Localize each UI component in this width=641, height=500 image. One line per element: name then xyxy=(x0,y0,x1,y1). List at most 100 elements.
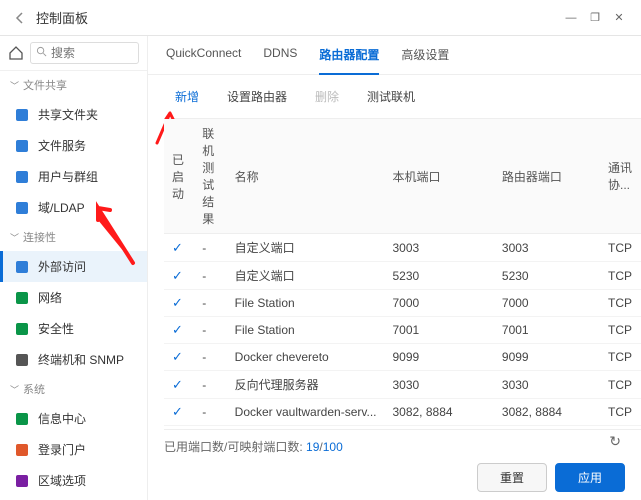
col-proto[interactable]: 通讯协... xyxy=(600,119,641,234)
table-row[interactable]: ✓-Docker vaultwarden-serv...3082, 888430… xyxy=(164,399,641,426)
check-icon: ✓ xyxy=(172,377,183,393)
check-icon: ✓ xyxy=(172,322,183,338)
cell-router: 3030 xyxy=(494,371,600,399)
sidebar-item[interactable]: 用户与群组 xyxy=(0,161,147,192)
cell-enabled: ✓ xyxy=(164,317,194,344)
cell-test: - xyxy=(194,262,226,290)
col-router[interactable]: 路由器端口 xyxy=(494,119,600,234)
nav-icon xyxy=(14,473,30,489)
sidebar-item-label: 网络 xyxy=(38,289,62,306)
window-title: 控制面板 xyxy=(36,8,88,27)
sidebar-group-header[interactable]: ﹀连接性 xyxy=(0,223,147,251)
table-row[interactable]: ✓-File Station70007000TCP xyxy=(164,290,641,317)
sidebar-item[interactable]: 共享文件夹 xyxy=(0,99,147,130)
sidebar-item[interactable]: 网络 xyxy=(0,282,147,313)
col-enabled[interactable]: 已启动 xyxy=(164,119,194,234)
chevron-down-icon: ﹀ xyxy=(10,383,19,396)
minimize-button[interactable]: — xyxy=(559,6,583,30)
close-button[interactable]: ✕ xyxy=(607,6,631,30)
cell-enabled: ✓ xyxy=(164,399,194,426)
table-row[interactable]: ✓-反向代理服务器30303030TCP xyxy=(164,371,641,399)
cell-router: 7000 xyxy=(494,290,600,317)
sidebar-item[interactable]: 登录门户 xyxy=(0,434,147,465)
search-input[interactable] xyxy=(51,46,133,60)
col-local[interactable]: 本机端口 xyxy=(384,119,493,234)
tab[interactable]: QuickConnect xyxy=(166,46,241,74)
maximize-button[interactable]: ❐ xyxy=(583,6,607,30)
cell-router: 9099 xyxy=(494,344,600,371)
sidebar-item-label: 用户与群组 xyxy=(38,168,98,185)
nav-icon xyxy=(14,107,30,123)
cell-test: - xyxy=(194,290,226,317)
cell-proto: TCP xyxy=(600,399,641,426)
col-name[interactable]: 名称 xyxy=(227,119,385,234)
cell-name: Docker vaultwarden-serv... xyxy=(227,399,385,426)
sidebar-item[interactable]: 安全性 xyxy=(0,313,147,344)
sidebar-item[interactable]: 区域选项 xyxy=(0,465,147,496)
check-icon: ✓ xyxy=(172,295,183,311)
nav-icon xyxy=(14,200,30,216)
check-icon: ✓ xyxy=(172,349,183,365)
nav-icon xyxy=(14,411,30,427)
check-icon: ✓ xyxy=(172,268,183,284)
sidebar-item-label: 共享文件夹 xyxy=(38,106,98,123)
add-button[interactable]: 新增 xyxy=(164,83,210,110)
tab[interactable]: DDNS xyxy=(263,46,297,74)
cell-name: 自定义端口 xyxy=(227,234,385,262)
sidebar-group-header[interactable]: ﹀文件共享 xyxy=(0,71,147,99)
check-icon: ✓ xyxy=(172,240,183,256)
check-icon: ✓ xyxy=(172,404,183,420)
sidebar-item[interactable]: 终端机和 SNMP xyxy=(0,344,147,375)
tab[interactable]: 路由器配置 xyxy=(319,46,379,75)
refresh-icon[interactable]: ↻ xyxy=(609,433,621,450)
cell-name: 反向代理服务器 xyxy=(227,371,385,399)
cell-proto: TCP xyxy=(600,371,641,399)
sidebar-item-label: 终端机和 SNMP xyxy=(38,351,124,368)
table-row[interactable]: ✓-自定义端口52305230TCP xyxy=(164,262,641,290)
sidebar-item[interactable]: 信息中心 xyxy=(0,403,147,434)
delete-button[interactable]: 删除 xyxy=(304,83,350,110)
sidebar-item[interactable]: 域/LDAP xyxy=(0,192,147,223)
chevron-down-icon: ﹀ xyxy=(10,79,19,92)
cell-test: - xyxy=(194,234,226,262)
toolbar: 新增 设置路由器 删除 测试联机 xyxy=(148,75,641,118)
table-row[interactable]: ✓-Docker chevereto90999099TCP xyxy=(164,344,641,371)
cell-router: 5230 xyxy=(494,262,600,290)
sidebar-item-label: 域/LDAP xyxy=(38,199,85,216)
footer: 已用端口数/可映射端口数: 19/100 重置 应用 xyxy=(148,430,641,500)
nav-icon xyxy=(14,290,30,306)
cell-local: 3003 xyxy=(384,234,493,262)
col-test[interactable]: 联机测试结果 xyxy=(194,119,226,234)
main-panel: QuickConnect DDNS 路由器配置高级设置 新增 设置路由器 删除 测试… xyxy=(148,36,641,500)
control-panel-window: 控制面板 — ❐ ✕ ﹀文件共享共享文件夹文件服务用户与群组域/LDAP ﹀连接性… xyxy=(0,0,641,500)
back-icon[interactable] xyxy=(10,8,30,28)
cell-name: File Station xyxy=(227,317,385,344)
sidebar-item[interactable]: 文件服务 xyxy=(0,130,147,161)
test-connection-button[interactable]: 测试联机 xyxy=(356,83,426,110)
sidebar-group-header[interactable]: ﹀系统 xyxy=(0,375,147,403)
cell-local: 5230 xyxy=(384,262,493,290)
sidebar-item-label: 登录门户 xyxy=(38,441,86,458)
table-row[interactable]: ✓-File Station70017001TCP xyxy=(164,317,641,344)
sidebar-item[interactable]: 通知设置 xyxy=(0,496,147,500)
cell-enabled: ✓ xyxy=(164,290,194,317)
search-box[interactable] xyxy=(30,42,139,64)
cell-test: - xyxy=(194,399,226,426)
titlebar: 控制面板 — ❐ ✕ xyxy=(0,0,641,36)
setup-router-button[interactable]: 设置路由器 xyxy=(216,83,298,110)
reset-button[interactable]: 重置 xyxy=(477,463,547,492)
sidebar-item[interactable]: 外部访问 xyxy=(0,251,147,282)
table-row[interactable]: ✓-自定义端口30033003TCP xyxy=(164,234,641,262)
cell-test: - xyxy=(194,344,226,371)
apply-button[interactable]: 应用 xyxy=(555,463,625,492)
sidebar-item-label: 信息中心 xyxy=(38,410,86,427)
cell-enabled: ✓ xyxy=(164,371,194,399)
cell-router: 3003 xyxy=(494,234,600,262)
cell-router: 7001 xyxy=(494,317,600,344)
home-icon[interactable] xyxy=(8,45,24,61)
nav-icon xyxy=(14,138,30,154)
cell-proto: TCP xyxy=(600,290,641,317)
sidebar-item-label: 外部访问 xyxy=(38,258,86,275)
cell-proto: TCP xyxy=(600,262,641,290)
tab[interactable]: 高级设置 xyxy=(401,46,449,74)
